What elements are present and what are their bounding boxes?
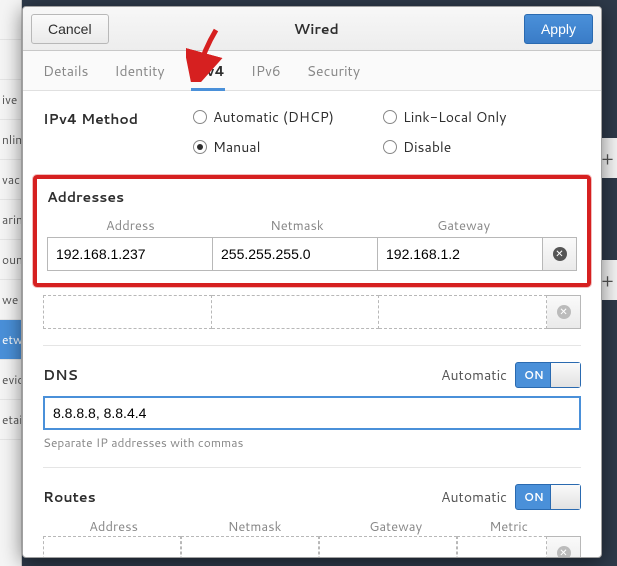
delete-address-button[interactable]: ✕ [543,237,577,271]
routes-title: Routes [43,487,441,507]
routes-automatic-label: Automatic [441,487,507,507]
tab-ipv6[interactable]: IPv6 [251,51,281,91]
addresses-highlight: Addresses Address Netmask Gateway ✕ [33,175,591,287]
col-gateway: Gateway [380,217,547,235]
routes-automatic-switch[interactable]: ON [515,484,581,510]
col-metric: Metric [466,518,551,536]
col-address: Address [43,518,184,536]
col-address: Address [47,217,214,235]
radio-icon [193,140,207,154]
gateway-input[interactable] [378,237,543,271]
close-icon: ✕ [557,546,571,557]
col-netmask: Netmask [214,217,381,235]
delete-route-button: ✕ [547,536,581,557]
background-sidebar: ive nlin vac arin oun we etw evic etail [0,0,22,566]
cancel-button[interactable]: Cancel [31,14,109,44]
dialog-title: Wired [109,19,524,39]
address-input[interactable] [43,295,212,329]
switch-knob [550,363,580,387]
close-icon: ✕ [553,247,567,261]
tab-identity[interactable]: Identity [115,51,165,91]
dns-servers-input[interactable] [43,396,581,430]
titlebar: Cancel Wired Apply [23,7,601,51]
netmask-input[interactable] [213,237,378,271]
dns-automatic-label: Automatic [441,365,507,385]
radio-icon [383,140,397,154]
dns-hint: Separate IP addresses with commas [43,434,581,451]
ipv4-method-label: IPv4 Method [43,107,193,129]
radio-manual[interactable]: Manual [193,137,383,157]
switch-knob [550,485,580,509]
route-gateway-input[interactable] [319,536,457,557]
network-settings-dialog: Cancel Wired Apply Details Identity IPv4… [22,6,602,558]
addresses-title: Addresses [47,187,577,207]
route-metric-input[interactable] [457,536,547,557]
radio-automatic[interactable]: Automatic (DHCP) [193,107,383,127]
route-netmask-input[interactable] [181,536,319,557]
col-gateway: Gateway [325,518,466,536]
radio-linklocal[interactable]: Link-Local Only [383,107,573,127]
radio-icon [193,110,207,124]
col-netmask: Netmask [184,518,325,536]
address-row-empty: ✕ [43,295,581,329]
tab-security[interactable]: Security [307,51,360,91]
dns-automatic-switch[interactable]: ON [515,362,581,388]
delete-address-button: ✕ [547,295,581,329]
radio-icon [383,110,397,124]
gateway-input[interactable] [379,295,547,329]
address-row: ✕ [47,237,577,271]
route-address-input[interactable] [43,536,181,557]
address-input[interactable] [47,237,213,271]
tab-bar: Details Identity IPv4 IPv6 Security [23,51,601,91]
netmask-input[interactable] [212,295,380,329]
dns-title: DNS [43,365,441,385]
tab-ipv4[interactable]: IPv4 [191,51,225,91]
radio-disable[interactable]: Disable [383,137,573,157]
route-row-empty: ✕ [43,536,581,557]
content-area: IPv4 Method Automatic (DHCP) Manual Link… [23,91,601,557]
apply-button[interactable]: Apply [524,14,593,44]
close-icon: ✕ [557,305,571,319]
tab-details[interactable]: Details [43,51,89,91]
